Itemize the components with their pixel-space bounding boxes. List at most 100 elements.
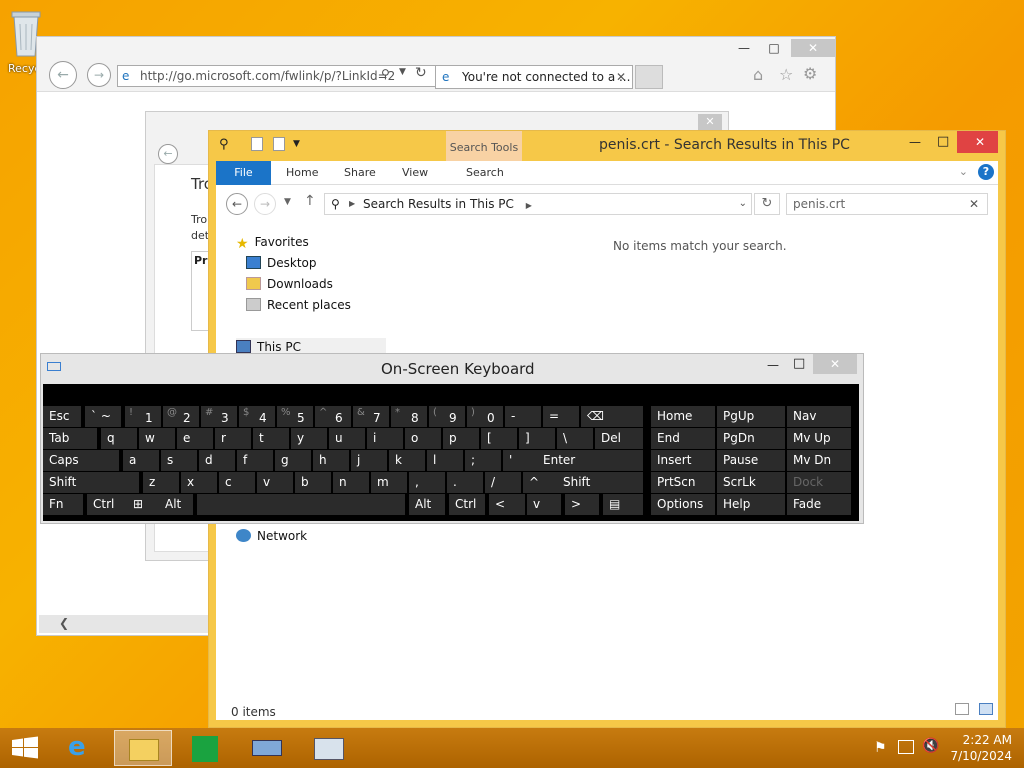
tab-share[interactable]: Share xyxy=(344,161,376,185)
key-m[interactable]: m xyxy=(371,472,407,493)
tab-file[interactable]: File xyxy=(216,161,271,185)
tab-current[interactable]: e You're not connected to a ... ✕ xyxy=(435,65,633,89)
volume-muted-icon[interactable]: 🔇 xyxy=(922,738,939,754)
key-options[interactable]: Options xyxy=(651,494,715,515)
key-help[interactable]: Help xyxy=(717,494,785,515)
key-0[interactable]: ) 0 xyxy=(467,406,503,427)
key-k[interactable]: k xyxy=(389,450,425,471)
key-mv-up[interactable]: Mv Up xyxy=(787,428,851,449)
key-r[interactable]: r xyxy=(215,428,251,449)
minimize-button[interactable]: — xyxy=(767,358,779,372)
key-,[interactable]: , xyxy=(409,472,445,493)
key-▤[interactable]: ▤ xyxy=(603,494,643,515)
key-c[interactable]: c xyxy=(219,472,255,493)
key-y[interactable]: y xyxy=(291,428,327,449)
key-u[interactable]: u xyxy=(329,428,365,449)
key-[[interactable]: [ xyxy=(481,428,517,449)
dialog-close-button[interactable]: ✕ xyxy=(698,114,722,130)
key-\[interactable]: \ xyxy=(557,428,593,449)
recent-locations-icon[interactable]: ▼ xyxy=(284,197,291,207)
key-/[interactable]: / xyxy=(485,472,521,493)
key-b[interactable]: b xyxy=(295,472,331,493)
key-7[interactable]: & 7 xyxy=(353,406,389,427)
key-=[interactable]: = xyxy=(543,406,579,427)
key-j[interactable]: j xyxy=(351,450,387,471)
key-g[interactable]: g xyxy=(275,450,311,471)
key-4[interactable]: $4 xyxy=(239,406,275,427)
osk-window[interactable]: On-Screen Keyboard — □ ✕ Esc ` ~! 1 @2 #3 $4%… xyxy=(40,353,864,524)
maximize-button[interactable]: □ xyxy=(793,356,805,371)
key-Shift[interactable]: Shift xyxy=(43,472,139,493)
dropdown-icon[interactable]: ▼ xyxy=(399,67,406,77)
key-Tab[interactable]: Tab xyxy=(43,428,97,449)
key-v[interactable]: v xyxy=(257,472,293,493)
nav-desktop[interactable]: Desktop xyxy=(246,254,317,272)
horizontal-scrollbar[interactable]: ❮ xyxy=(39,615,209,633)
key-s[interactable]: s xyxy=(161,450,197,471)
key-space[interactable] xyxy=(197,494,405,515)
key-9[interactable]: (9 xyxy=(429,406,465,427)
key-Esc[interactable]: Esc xyxy=(43,406,81,427)
key-d[interactable]: d xyxy=(199,450,235,471)
key-.[interactable]: . xyxy=(447,472,483,493)
key-z[interactable]: z xyxy=(143,472,179,493)
key-][interactable]: ] xyxy=(519,428,555,449)
key--[interactable]: - xyxy=(505,406,541,427)
key-fade[interactable]: Fade xyxy=(787,494,851,515)
key-Alt[interactable]: Alt xyxy=(409,494,445,515)
key-q[interactable]: q xyxy=(101,428,137,449)
key-Ctrl[interactable]: Ctrl xyxy=(87,494,127,515)
nav-recent-places[interactable]: Recent places xyxy=(246,296,351,314)
dialog-back-button[interactable]: ← xyxy=(158,144,178,164)
key-6[interactable]: ^ 6 xyxy=(315,406,351,427)
breadcrumb[interactable]: ⚲ ▶ Search Results in This PC ▶ ⌄ xyxy=(324,193,752,215)
back-button[interactable]: ← xyxy=(226,193,248,215)
key-'[interactable]: ' xyxy=(503,450,539,471)
key-pgdn[interactable]: PgDn xyxy=(717,428,785,449)
taskbar-on-screen-keyboard[interactable] xyxy=(238,730,296,766)
key-dock[interactable]: Dock xyxy=(787,472,851,493)
refresh-button[interactable]: ↻ xyxy=(754,193,780,215)
key-mv-dn[interactable]: Mv Dn xyxy=(787,450,851,471)
key-x[interactable]: x xyxy=(181,472,217,493)
key-n[interactable]: n xyxy=(333,472,369,493)
minimize-button[interactable]: — xyxy=(729,39,759,57)
key-o[interactable]: o xyxy=(405,428,441,449)
forward-button[interactable]: → xyxy=(87,63,111,87)
key-nav[interactable]: Nav xyxy=(787,406,851,427)
key-pause[interactable]: Pause xyxy=(717,450,785,471)
up-arrow-icon[interactable]: ↑ xyxy=(304,193,316,209)
key-Ctrl[interactable]: Ctrl xyxy=(449,494,485,515)
taskbar-app[interactable] xyxy=(300,730,358,766)
maximize-button[interactable]: □ xyxy=(759,39,789,57)
nav-downloads[interactable]: Downloads xyxy=(246,275,333,293)
favorites-star-icon[interactable]: ☆ xyxy=(779,65,793,84)
back-button[interactable]: ← xyxy=(49,61,77,89)
key-a[interactable]: a xyxy=(123,450,159,471)
start-button[interactable] xyxy=(0,730,50,766)
key-v[interactable]: v xyxy=(527,494,561,515)
help-icon[interactable]: ? xyxy=(978,164,994,180)
nav-favorites[interactable]: ★ Favorites xyxy=(236,233,309,252)
close-button[interactable]: ✕ xyxy=(813,354,857,374)
key-1[interactable]: ! 1 xyxy=(125,406,161,427)
key-h[interactable]: h xyxy=(313,450,349,471)
ribbon-expand-icon[interactable]: ⌄ xyxy=(959,165,968,178)
key-Caps[interactable]: Caps xyxy=(43,450,119,471)
new-tab-button[interactable] xyxy=(635,65,663,89)
key-<[interactable]: < xyxy=(489,494,525,515)
key-p[interactable]: p xyxy=(443,428,479,449)
refresh-icon[interactable]: ↻ xyxy=(415,65,427,81)
key-t[interactable]: t xyxy=(253,428,289,449)
large-icons-view-icon[interactable] xyxy=(979,703,993,715)
search-input[interactable]: penis.crt ✕ xyxy=(786,193,988,215)
details-view-icon[interactable] xyxy=(955,703,969,715)
key-insert[interactable]: Insert xyxy=(651,450,715,471)
key-prtscn[interactable]: PrtScn xyxy=(651,472,715,493)
key-^[interactable]: ^ xyxy=(523,472,559,493)
tab-search[interactable]: Search xyxy=(466,161,504,185)
search-icon[interactable]: ⚲ xyxy=(381,67,390,81)
forward-button[interactable]: → xyxy=(254,193,276,215)
gear-icon[interactable]: ⚙ xyxy=(803,64,817,83)
clear-search-icon[interactable]: ✕ xyxy=(969,194,979,214)
